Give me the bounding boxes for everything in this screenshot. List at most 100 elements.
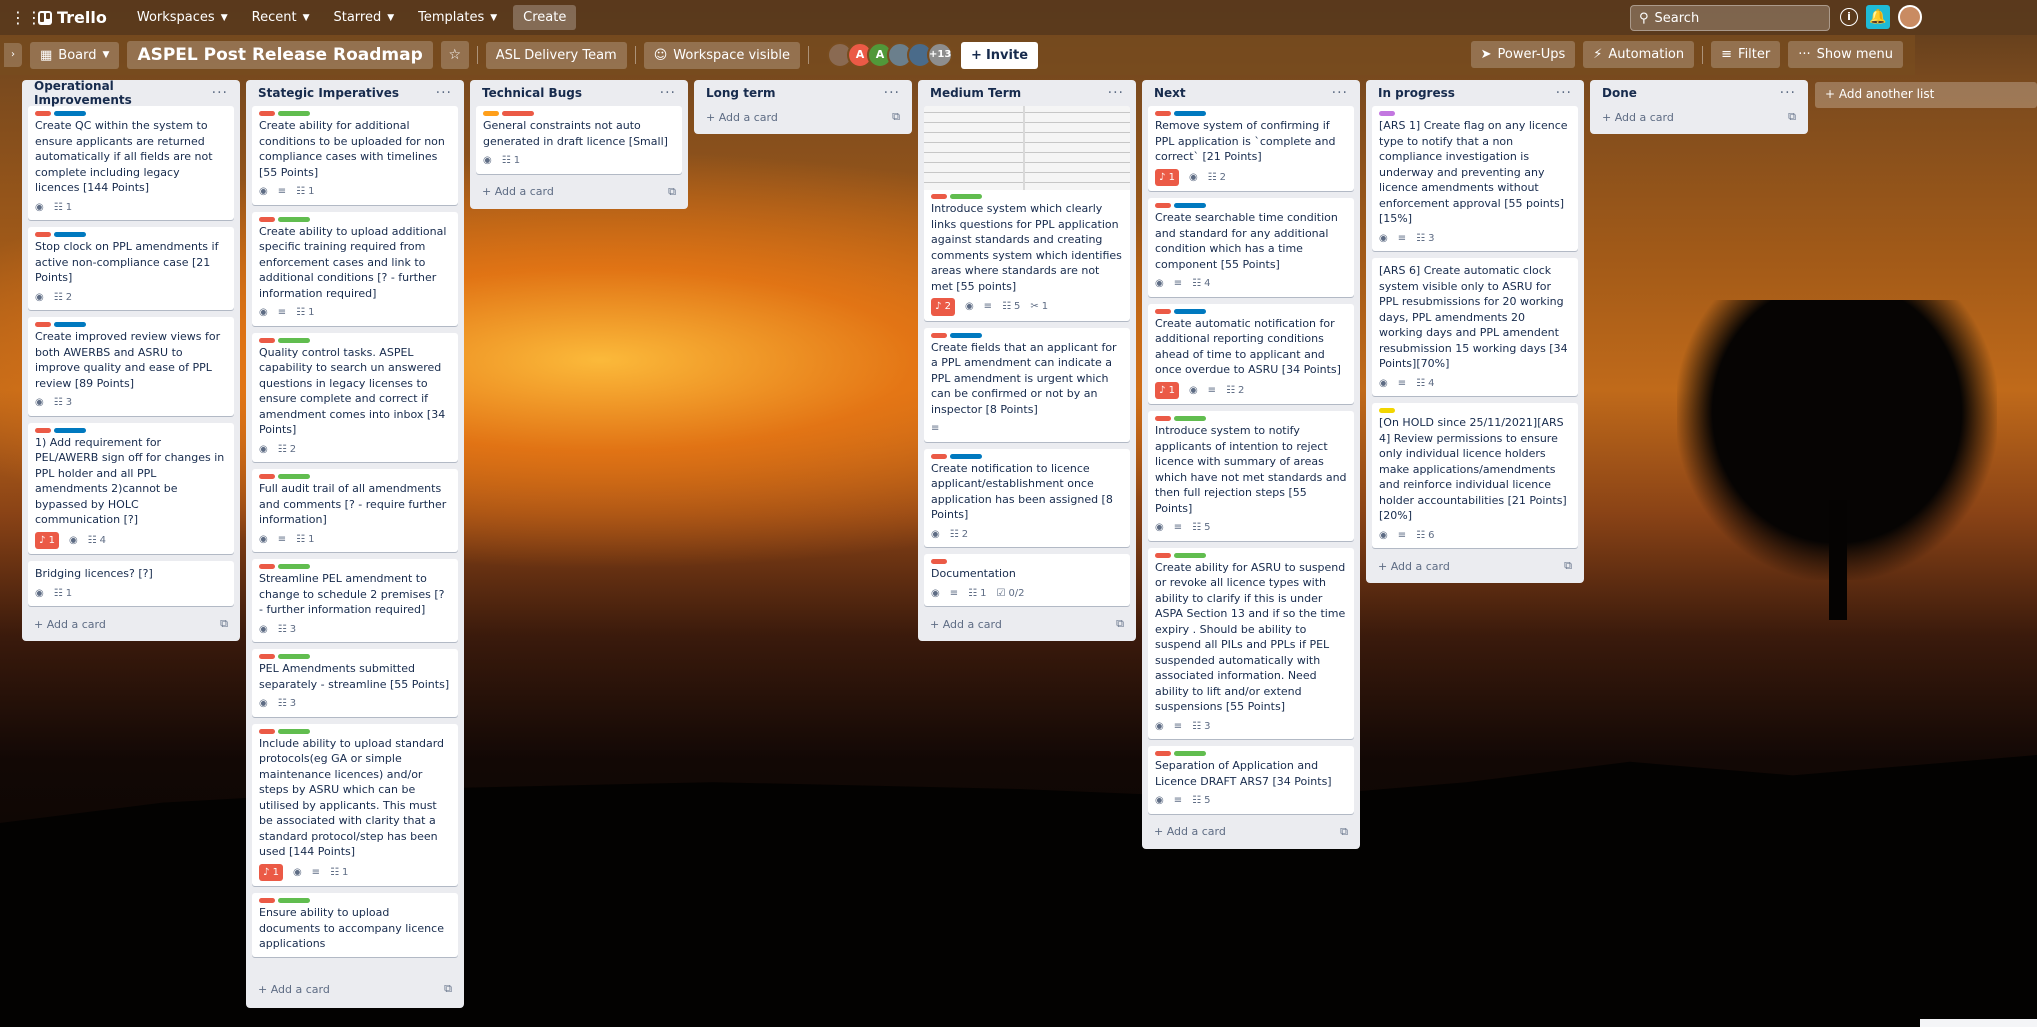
card-template-icon[interactable]: ⧉ bbox=[892, 110, 900, 124]
label-green[interactable] bbox=[1174, 751, 1206, 756]
add-card-button[interactable]: + Add a card ⧉ bbox=[1596, 106, 1802, 128]
board-title[interactable]: ASPEL Post Release Roadmap bbox=[127, 41, 433, 69]
card[interactable]: PEL Amendments submitted separately - st… bbox=[252, 649, 458, 717]
label-blue[interactable] bbox=[950, 453, 982, 459]
card[interactable]: Create automatic notification for additi… bbox=[1148, 303, 1354, 404]
more-dots-icon[interactable]: ··· bbox=[1108, 85, 1124, 101]
label-green[interactable] bbox=[278, 216, 310, 222]
add-card-button[interactable]: + Add a card ⧉ bbox=[1148, 821, 1354, 843]
list-title[interactable]: Medium Term bbox=[930, 86, 1021, 100]
card[interactable]: Create ability for ASRU to suspend or re… bbox=[1148, 547, 1354, 739]
add-card-button[interactable]: + Add a card ⧉ bbox=[476, 181, 682, 203]
label-red[interactable] bbox=[931, 332, 947, 338]
label-orange[interactable] bbox=[483, 111, 499, 116]
card[interactable]: Create ability for additional conditions… bbox=[252, 106, 458, 205]
more-dots-icon[interactable]: ··· bbox=[212, 85, 228, 101]
nav-templates[interactable]: Templates ▼ bbox=[410, 5, 505, 30]
label-red[interactable] bbox=[1155, 111, 1171, 116]
card[interactable]: Create fields that an applicant for a PP… bbox=[924, 327, 1130, 442]
card-template-icon[interactable]: ⧉ bbox=[444, 982, 452, 996]
card[interactable]: Documentation ◉ ≡ ☷ 1 ☑ 0/2 bbox=[924, 554, 1130, 606]
card[interactable]: [ARS 1] Create flag on any licence type … bbox=[1372, 106, 1578, 251]
more-dots-icon[interactable]: ··· bbox=[1332, 85, 1348, 101]
workspace-team-button[interactable]: ASL Delivery Team bbox=[485, 41, 627, 69]
show-menu-button[interactable]: ··· Show menu bbox=[1788, 41, 1903, 68]
automation-button[interactable]: ⚡ Automation bbox=[1583, 41, 1695, 68]
card-template-icon[interactable]: ⧉ bbox=[1788, 110, 1796, 124]
label-blue[interactable] bbox=[1174, 308, 1206, 314]
invite-button[interactable]: + Invite bbox=[961, 41, 1039, 69]
search-input[interactable]: ⚲ Search bbox=[1630, 5, 1830, 31]
label-red[interactable] bbox=[259, 216, 275, 222]
label-blue[interactable] bbox=[950, 332, 982, 338]
label-blue[interactable] bbox=[54, 322, 86, 327]
label-green[interactable] bbox=[950, 194, 982, 199]
label-blue[interactable] bbox=[54, 427, 86, 433]
card[interactable]: Create searchable time condition and sta… bbox=[1148, 198, 1354, 297]
label-red[interactable] bbox=[35, 111, 51, 116]
label-green[interactable] bbox=[278, 728, 310, 734]
label-green[interactable] bbox=[1174, 552, 1206, 558]
filter-button[interactable]: ≡ Filter bbox=[1711, 41, 1781, 68]
label-red[interactable] bbox=[35, 427, 51, 433]
label-red[interactable] bbox=[259, 898, 275, 903]
card[interactable]: [On HOLD since 25/11/2021][ARS 4] Review… bbox=[1372, 403, 1578, 548]
horizontal-scrollbar[interactable] bbox=[1920, 1019, 2037, 1027]
card[interactable]: Quality control tasks. ASPEL capability … bbox=[252, 332, 458, 462]
add-card-button[interactable]: + Add a card ⧉ bbox=[28, 613, 234, 635]
label-red[interactable] bbox=[931, 559, 947, 564]
add-card-button[interactable]: + Add a card ⧉ bbox=[700, 106, 906, 128]
label-red[interactable] bbox=[259, 337, 275, 343]
add-list-button[interactable]: + Add another list bbox=[1815, 82, 2037, 108]
label-red[interactable] bbox=[259, 654, 275, 659]
list-title[interactable]: Technical Bugs bbox=[482, 86, 582, 100]
label-red[interactable] bbox=[259, 111, 275, 116]
nav-workspaces[interactable]: Workspaces ▼ bbox=[129, 5, 236, 30]
card[interactable]: 1) Add requirement for PEL/AWERB sign of… bbox=[28, 422, 234, 554]
notifications-bell-icon[interactable]: 🔔 bbox=[1866, 5, 1890, 29]
label-red[interactable] bbox=[259, 474, 275, 479]
label-red[interactable] bbox=[259, 728, 275, 734]
card-template-icon[interactable]: ⧉ bbox=[1116, 617, 1124, 631]
card-template-icon[interactable]: ⧉ bbox=[1340, 825, 1348, 839]
card[interactable]: Stop clock on PPL amendments if active n… bbox=[28, 227, 234, 310]
card[interactable]: Introduce system which clearly links que… bbox=[924, 106, 1130, 321]
card[interactable]: Full audit trail of all amendments and c… bbox=[252, 469, 458, 552]
card[interactable]: Include ability to upload standard proto… bbox=[252, 723, 458, 886]
label-green[interactable] bbox=[278, 337, 310, 343]
list-title[interactable]: Operational Improvements bbox=[34, 79, 212, 107]
more-dots-icon[interactable]: ··· bbox=[1556, 85, 1572, 101]
list-title[interactable]: Long term bbox=[706, 86, 776, 100]
label-yellow[interactable] bbox=[1379, 408, 1395, 413]
label-green[interactable] bbox=[278, 474, 310, 479]
card[interactable]: Introduce system to notify applicants of… bbox=[1148, 411, 1354, 541]
label-blue[interactable] bbox=[54, 232, 86, 237]
card-template-icon[interactable]: ⧉ bbox=[1564, 559, 1572, 573]
add-card-button[interactable]: + Add a card ⧉ bbox=[252, 978, 458, 1000]
label-green[interactable] bbox=[1174, 416, 1206, 421]
card[interactable]: Separation of Application and Licence DR… bbox=[1148, 746, 1354, 814]
card[interactable]: [ARS 6] Create automatic clock system vi… bbox=[1372, 258, 1578, 396]
card[interactable]: Create improved review views for both AW… bbox=[28, 317, 234, 416]
add-card-button[interactable]: + Add a card ⧉ bbox=[1372, 555, 1578, 577]
label-red[interactable] bbox=[931, 453, 947, 459]
apps-grid-icon[interactable]: ⋮⋮ bbox=[10, 8, 42, 27]
label-red[interactable] bbox=[1155, 416, 1171, 421]
info-icon[interactable]: i bbox=[1840, 8, 1858, 26]
board-view-switcher[interactable]: ▦ Board ▼ bbox=[30, 41, 120, 69]
label-blue[interactable] bbox=[1174, 111, 1206, 116]
more-dots-icon[interactable]: ··· bbox=[436, 85, 452, 101]
label-red[interactable] bbox=[35, 322, 51, 327]
more-dots-icon[interactable]: ··· bbox=[1780, 85, 1796, 101]
list-title[interactable]: Done bbox=[1602, 86, 1637, 100]
card[interactable]: Create QC within the system to ensure ap… bbox=[28, 106, 234, 220]
trello-logo[interactable]: Trello bbox=[38, 8, 107, 27]
more-members-count[interactable]: +13 bbox=[927, 42, 954, 68]
visibility-button[interactable]: ☺ Workspace visible bbox=[643, 41, 801, 69]
label-red[interactable] bbox=[1155, 308, 1171, 314]
add-card-button[interactable]: + Add a card ⧉ bbox=[924, 613, 1130, 635]
label-purple[interactable] bbox=[1379, 111, 1395, 116]
card[interactable]: Streamline PEL amendment to change to sc… bbox=[252, 559, 458, 642]
label-blue[interactable] bbox=[1174, 203, 1206, 208]
list-title[interactable]: In progress bbox=[1378, 86, 1455, 100]
